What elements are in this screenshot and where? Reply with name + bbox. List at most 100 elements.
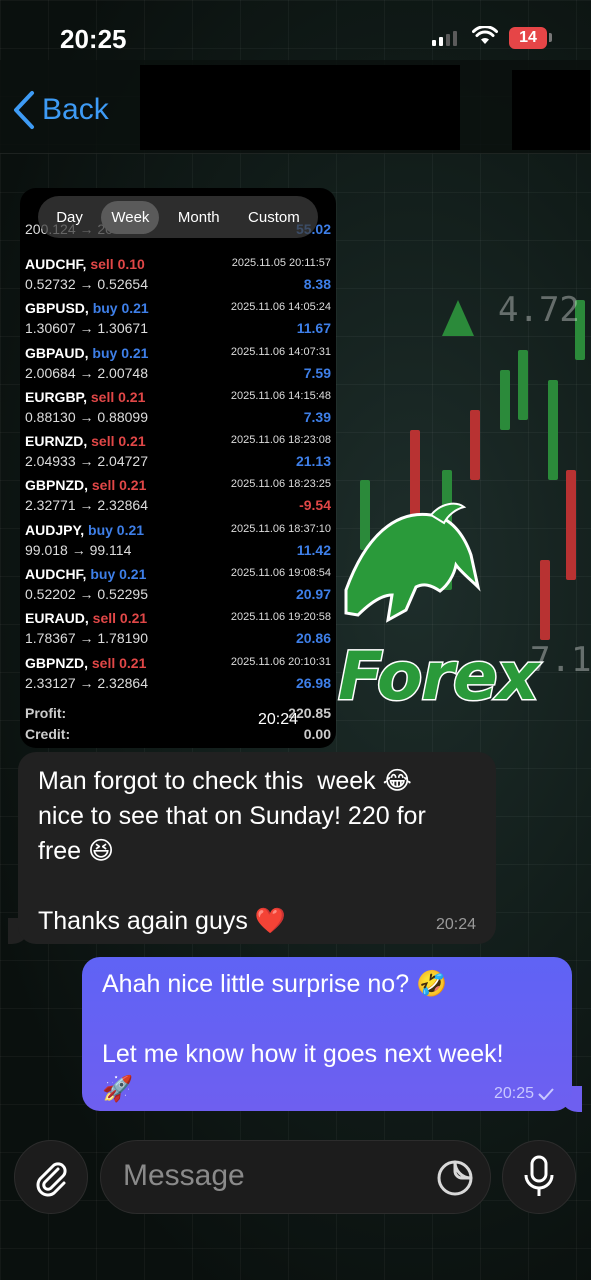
bull-logo-icon (344, 502, 481, 623)
trade-time: 2025.11.06 18:23:08 (230, 434, 331, 447)
back-button[interactable]: Back (12, 90, 109, 130)
status-clock: 20:25 (60, 24, 127, 54)
trade-row: EURAUD, sell 0.21 1.78367 → 1.78190 2025.1… (25, 606, 331, 650)
trade-time: 2025.11.06 20:10:31 (230, 655, 331, 668)
incoming-message-time: 20:24 (435, 916, 476, 933)
trade-time: 2025.11.06 14:05:24 (230, 301, 331, 314)
trade-row: AUDCHF, sell 0.10 0.52732 → 0.52654 2025.1… (25, 252, 331, 296)
trade-side: sell 0.21 (91, 433, 146, 450)
wallpaper-number: 7.1 (530, 640, 591, 680)
trade-pair: AUDJPY, (25, 521, 85, 538)
trade-prices: 2.00684 → 2.00748 (25, 364, 148, 381)
redacted-contact-name (140, 65, 460, 150)
wallpaper-candle (566, 470, 576, 580)
sticker-icon[interactable] (436, 1159, 474, 1197)
trade-side: sell 0.21 (91, 477, 147, 494)
voice-message-button[interactable] (502, 1140, 576, 1214)
trade-profit: 26.98 (295, 674, 331, 691)
trade-symbol: GBPAUD, buy 0.21 (25, 345, 148, 361)
outgoing-message-bubble[interactable]: Ahah nice little surprise no? 🤣 Let me k… (82, 957, 572, 1111)
wallpaper-candle (540, 560, 550, 640)
trade-prices: 1.78367 → 1.78190 (25, 630, 148, 647)
trade-pair: GBPUSD, (25, 300, 89, 317)
trade-pair: AUDCHF, (25, 566, 87, 583)
trade-row: EURGBP, sell 0.21 0.88130 → 0.88099 2025.1… (25, 385, 331, 429)
trade-pair: GBPAUD, (25, 344, 89, 361)
incoming-message-bubble[interactable]: Man forgot to check this week 😂 nice to … (18, 752, 496, 944)
battery-tip (549, 33, 552, 42)
composer-bar (0, 1128, 591, 1280)
trade-profit: -9.54 (299, 497, 331, 514)
trade-time: 2025.11.06 19:20:58 (230, 611, 331, 624)
wallpaper-number: 4.72 (498, 290, 580, 330)
trade-symbol: GBPNZD, sell 0.21 (25, 655, 146, 671)
redacted-avatar (512, 70, 590, 150)
paperclip-icon (36, 1162, 67, 1197)
read-check-icon (538, 1088, 554, 1100)
wallpaper-arrow-icon (442, 300, 474, 336)
trade-side: buy 0.21 (88, 521, 145, 538)
trade-symbol: EURGBP, sell 0.21 (25, 389, 145, 405)
credit-value: 0.00 (303, 726, 331, 742)
tab-day[interactable]: Day (46, 201, 93, 234)
outgoing-message-meta: 20:25 (494, 1085, 554, 1103)
trade-profit: 11.42 (296, 541, 331, 558)
trade-symbol: EURNZD, sell 0.21 (25, 433, 146, 449)
outgoing-message-text: Ahah nice little surprise no? 🤣 Let me k… (102, 970, 504, 1103)
trade-list: 200.124 → 200.587 55.02 AUDCHF, sell 0.1… (25, 218, 331, 695)
trade-time: 2025.11.06 19:08:54 (230, 567, 331, 580)
trade-side: sell 0.10 (90, 256, 145, 272)
trade-prices: 1.30607 → 1.30671 (25, 320, 148, 337)
tab-custom[interactable]: Custom (238, 201, 310, 234)
wallpaper-candle (500, 370, 510, 430)
wifi-icon (472, 26, 498, 44)
trade-profit: 7.59 (303, 364, 331, 381)
trade-row: GBPAUD, buy 0.21 2.00684 → 2.00748 2025.11… (25, 341, 331, 385)
trade-side: sell 0.21 (90, 388, 146, 405)
message-field[interactable] (100, 1140, 491, 1214)
trade-time: 2025.11.06 18:37:10 (230, 522, 331, 535)
trade-prices: 2.33127 → 2.32864 (25, 674, 148, 691)
trade-side: sell 0.21 (92, 610, 148, 627)
chevron-left-icon (14, 91, 34, 129)
trade-prices: 2.32771 → 2.32864 (25, 497, 148, 514)
trade-symbol: GBPUSD, buy 0.21 (25, 300, 149, 316)
message-input[interactable] (123, 1159, 423, 1193)
trade-pair: AUDCHF, (25, 256, 87, 272)
trade-profit: 20.86 (295, 630, 331, 647)
trade-symbol: GBPNZD, sell 0.21 (25, 477, 146, 493)
trade-prices: 99.018 → 99.114 (25, 541, 132, 558)
credit-row: Credit: 0.00 (25, 726, 331, 747)
trade-symbol: EURAUD, sell 0.21 (25, 610, 147, 626)
wallpaper-logo-text: Forex (336, 637, 540, 717)
trade-profit: 20.97 (295, 586, 331, 603)
trade-side: sell 0.21 (91, 654, 147, 671)
trade-profit: 7.39 (303, 408, 331, 425)
trade-pair: EURNZD, (25, 433, 88, 450)
trade-prices: 0.52202 → 0.52295 (25, 586, 148, 603)
trade-time: 2025.11.06 14:15:48 (230, 389, 331, 402)
trade-history-screenshot[interactable]: Day Week Month Custom 200.124 → 200.587 … (20, 188, 336, 748)
cellular-signal-icon (432, 30, 457, 46)
attach-button[interactable] (14, 1140, 88, 1214)
trade-pair: GBPNZD, (25, 654, 88, 671)
wallpaper-candle (518, 350, 528, 420)
microphone-icon (524, 1155, 554, 1196)
profit-label: Profit: (25, 705, 67, 721)
trade-prices: 0.88130 → 0.88099 (25, 408, 148, 425)
trade-side: buy 0.21 (92, 344, 149, 361)
trade-pair: EURGBP, (25, 388, 87, 405)
image-timestamp: 20:24 (258, 711, 299, 728)
trade-symbol: AUDCHF, sell 0.10 (25, 256, 145, 272)
trade-profit: 8.38 (303, 276, 331, 292)
trade-symbol: AUDJPY, buy 0.21 (25, 522, 144, 538)
trade-row: EURNZD, sell 0.21 2.04933 → 2.04727 2025.1… (25, 429, 331, 473)
trade-row: GBPNZD, sell 0.21 2.32771 → 2.32864 2025.1… (25, 473, 331, 517)
tab-month[interactable]: Month (168, 201, 230, 234)
back-label: Back (42, 93, 109, 126)
credit-label: Credit: (25, 726, 71, 742)
tab-week[interactable]: Week (101, 200, 160, 234)
trade-row: GBPUSD, buy 0.21 1.30607 → 1.30671 2025.11… (25, 296, 331, 340)
trade-prices: 0.52732 → 0.52654 (25, 276, 148, 292)
trade-time: 2025.11.06 18:23:25 (230, 478, 331, 491)
